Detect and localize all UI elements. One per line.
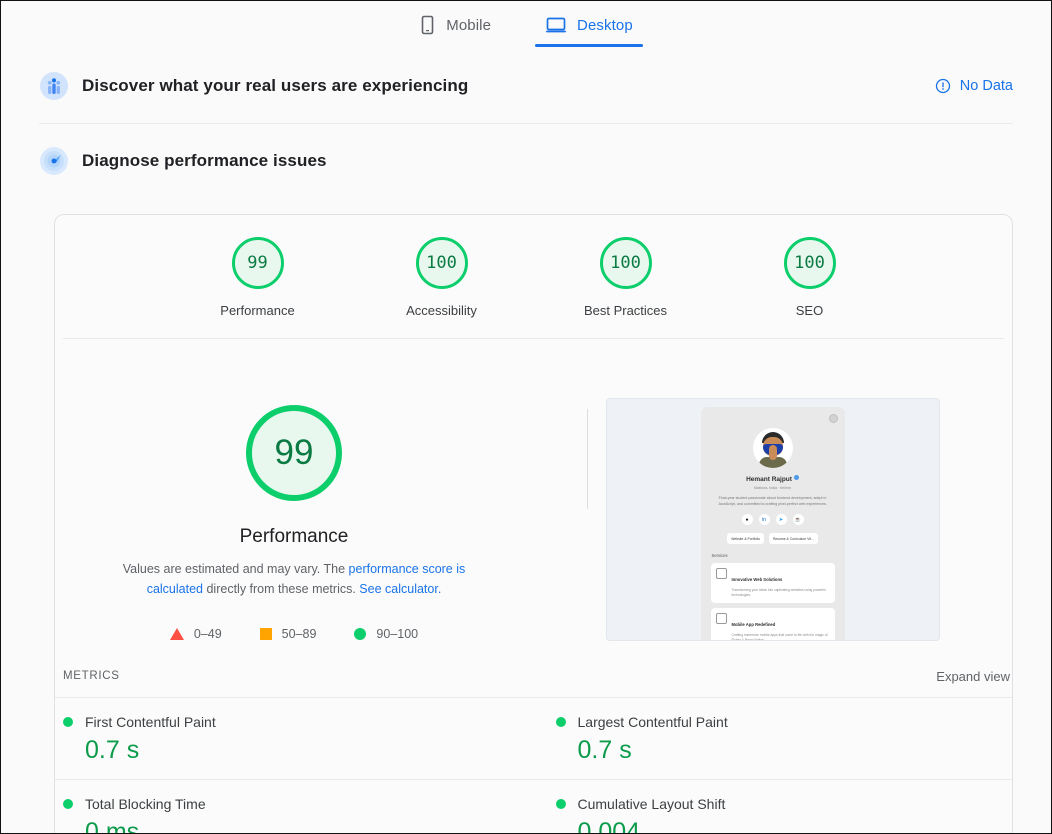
metrics-header: METRICS Expand view [55, 655, 1012, 697]
metric-name: Cumulative Layout Shift [577, 796, 726, 812]
score-performance[interactable]: 99 Performance [198, 237, 318, 318]
preview-service-card: Innovative Web Solutions Transforming yo… [710, 563, 835, 603]
avatar [752, 428, 793, 468]
triangle-icon [169, 628, 184, 640]
mini-page-preview: Hemant Rajput Mathura, India · he/him Fi… [700, 407, 845, 641]
metric-value: 0.7 s [85, 736, 140, 764]
category-scores: 99 Performance 100 Accessibility 100 Bes… [55, 215, 1012, 338]
service-desc: Crafting immersive mobile apps that come… [731, 633, 828, 641]
score-label: Performance [220, 303, 295, 318]
linkedin-icon: in [758, 514, 770, 525]
preview-button-resume: Resume & Curriculum Vit... [768, 533, 818, 544]
service-desc: Transforming your ideas into captivating… [731, 588, 826, 597]
users-chart-icon [39, 71, 69, 101]
status-dot-icon [63, 717, 73, 727]
tab-desktop-label: Desktop [577, 16, 633, 34]
preview-socials: ● in ➤ ☕ [708, 514, 838, 525]
desktop-icon [545, 15, 567, 35]
legend-item-average: 50–89 [259, 627, 317, 641]
performance-description: Values are estimated and may vary. The p… [94, 559, 494, 599]
pagespeed-insights-report: Mobile Desktop Discover what your real u… [0, 0, 1052, 834]
score-label: SEO [795, 303, 824, 318]
preview-service-card: Mobile App Redefined Crafting immersive … [710, 608, 835, 641]
verified-badge-icon [793, 475, 799, 480]
vertical-divider [587, 409, 588, 509]
metric-total-blocking-time[interactable]: Total Blocking Time 0 ms [55, 779, 534, 834]
see-calculator-link[interactable]: See calculator. [359, 582, 441, 596]
mobile-icon [419, 15, 436, 35]
status-dot-icon [555, 799, 566, 809]
status-dot-icon [63, 799, 73, 809]
score-ring: 99 [231, 237, 284, 289]
twitter-icon: ➤ [775, 514, 787, 525]
lab-data-title: Diagnose performance issues [82, 151, 327, 170]
status-badge: No Data [959, 78, 1013, 94]
tab-mobile-label: Mobile [446, 16, 492, 34]
legend-label: 90–100 [376, 627, 419, 641]
radar-gauge-icon [39, 146, 69, 176]
score-best-practices[interactable]: 100 Best Practices [566, 237, 686, 318]
legend-item-good: 90–100 [354, 627, 418, 641]
metric-name: First Contentful Paint [85, 714, 216, 730]
performance-gauge-column: 99 Performance Values are estimated and … [55, 397, 533, 641]
circle-icon [354, 628, 367, 640]
github-icon: ● [741, 514, 753, 525]
web-icon [715, 568, 727, 579]
desc-text-1: Values are estimated and may vary. The [122, 562, 349, 576]
metric-cumulative-layout-shift[interactable]: Cumulative Layout Shift 0.004 [533, 779, 1012, 834]
metrics-list: First Contentful Paint 0.7 s Largest Con… [55, 697, 1012, 834]
legend-item-poor: 0–49 [169, 627, 222, 641]
buymeacoffee-icon: ☕ [792, 514, 804, 525]
performance-score-value: 99 [274, 433, 314, 472]
status-dot-icon [555, 717, 566, 727]
service-title: Innovative Web Solutions [731, 577, 783, 582]
metric-name: Total Blocking Time [85, 796, 206, 812]
page-screenshot-column: Hemant Rajput Mathura, India · he/him Fi… [533, 397, 1012, 641]
field-data-title: Discover what your real users are experi… [82, 76, 469, 95]
metrics-heading: METRICS [63, 670, 120, 682]
score-ring: 100 [415, 237, 468, 289]
preview-services-heading: Services [711, 553, 728, 558]
preview-buttons: Website & Portfolio Resume & Curriculum … [708, 533, 838, 544]
performance-overview: 99 Performance Values are estimated and … [55, 339, 1012, 655]
gear-icon [828, 414, 838, 423]
score-accessibility[interactable]: 100 Accessibility [382, 237, 502, 318]
score-ring: 100 [599, 237, 652, 289]
performance-title: Performance [239, 526, 349, 547]
score-legend: 0–49 50–89 90–100 [169, 627, 418, 641]
square-icon [259, 628, 272, 640]
metric-name: Largest Contentful Paint [577, 714, 728, 730]
preview-name-text: Hemant Rajput [746, 476, 792, 483]
lab-data-section-header: Diagnose performance issues [1, 124, 1051, 198]
metric-largest-contentful-paint[interactable]: Largest Contentful Paint 0.7 s [533, 697, 1012, 779]
score-ring: 100 [783, 237, 836, 289]
expand-view-button[interactable]: Expand view [936, 669, 1010, 684]
field-data-section-header: Discover what your real users are experi… [1, 49, 1051, 123]
preview-button-portfolio: Website & Portfolio [727, 533, 764, 544]
score-label: Accessibility [406, 303, 477, 318]
final-screenshot[interactable]: Hemant Rajput Mathura, India · he/him Fi… [605, 398, 940, 641]
preview-name: Hemant Rajput [708, 475, 838, 483]
desc-text-2: directly from these metrics. [203, 582, 360, 596]
service-title: Mobile App Redefined [731, 622, 776, 627]
preview-location: Mathura, India · he/him [754, 486, 791, 490]
metric-first-contentful-paint[interactable]: First Contentful Paint 0.7 s [55, 697, 534, 779]
no-data-status[interactable]: No Data [935, 78, 1013, 94]
legend-label: 50–89 [281, 627, 317, 641]
mobile-app-icon [715, 613, 727, 624]
legend-label: 0–49 [193, 627, 222, 641]
preview-bio: Final-year student passionate about fron… [718, 496, 827, 506]
performance-gauge: 99 [244, 403, 344, 503]
metric-value: 0 ms [85, 818, 140, 834]
lighthouse-report-card: 99 Performance 100 Accessibility 100 Bes… [54, 214, 1013, 834]
tab-mobile[interactable]: Mobile [409, 11, 501, 47]
tab-active-indicator [535, 44, 643, 47]
score-seo[interactable]: 100 SEO [750, 237, 870, 318]
score-label: Best Practices [583, 303, 668, 318]
metric-value: 0.7 s [577, 736, 632, 764]
info-circle-icon [935, 78, 951, 94]
device-tabs: Mobile Desktop [1, 1, 1051, 47]
metric-value: 0.004 [577, 818, 641, 834]
tab-desktop[interactable]: Desktop [535, 11, 643, 47]
